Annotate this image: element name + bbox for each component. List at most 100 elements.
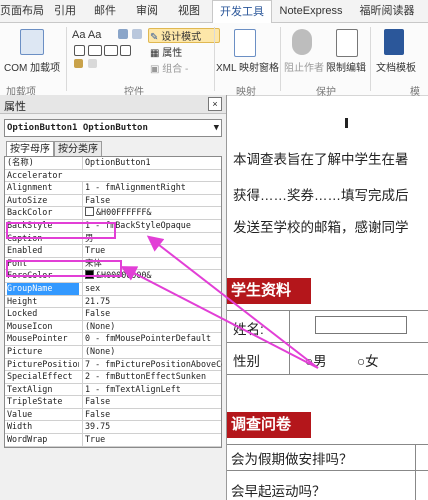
com-addins-button[interactable]: COM 加载项 <box>4 59 60 74</box>
design-mode-button[interactable]: ✎ 设计模式 <box>150 28 201 43</box>
xml-mapping-icon <box>234 29 256 57</box>
gender-label: 性别 <box>233 354 260 369</box>
block-authors-button[interactable]: 阻止作者 <box>284 59 324 74</box>
female-option-label: 女 <box>365 354 379 369</box>
property-row[interactable]: Accelerator <box>5 170 221 183</box>
female-option[interactable]: ○女 <box>357 350 379 370</box>
male-option[interactable]: ○男 <box>305 350 327 370</box>
table-border <box>227 310 428 311</box>
checkbox-control-icon[interactable] <box>74 45 85 56</box>
property-value[interactable]: &H00FFFFFF& <box>82 207 222 219</box>
property-value[interactable]: 1 - fmTextAlignLeft <box>82 383 222 396</box>
tab-review[interactable]: 审阅 <box>130 0 164 22</box>
ribbon-separator <box>370 27 371 91</box>
doc-template-button[interactable]: 文档模板 <box>376 59 416 74</box>
property-value[interactable]: 1 - fmAlignmentRight <box>82 182 222 194</box>
object-selector[interactable]: OptionButton1 OptionButton ▼ <box>4 119 222 137</box>
com-addins-icon <box>20 29 44 55</box>
close-icon[interactable]: × <box>208 97 222 111</box>
property-value[interactable]: 0 - fmMousePointerDefault <box>82 333 222 345</box>
property-name: Height <box>7 295 38 306</box>
ribbon-separator <box>66 27 67 91</box>
section-banner-questionnaire: 调查问卷 <box>227 412 311 438</box>
property-value[interactable]: 7 - fmPicturePositionAboveCe <box>82 358 222 371</box>
property-row[interactable]: Height 21.75 <box>5 295 222 309</box>
chevron-down-icon[interactable]: ▼ <box>214 120 219 136</box>
property-value[interactable]: True <box>82 434 222 446</box>
property-value[interactable]: (None) <box>82 320 222 333</box>
property-row[interactable]: GroupName sex <box>5 282 222 296</box>
property-row[interactable]: SpecialEffect 2 - fmButtonEffectSunken <box>5 371 221 384</box>
property-name: MousePointer <box>7 333 68 344</box>
caption-highlight-box <box>6 222 116 239</box>
property-row[interactable]: Width 39.75 <box>5 421 222 435</box>
ribbon: COM 加载项 加载项 Aa Aa ✎ 设计模式 ▦ 属性 ▣ 组合 - 控件 … <box>0 23 428 113</box>
properties-button[interactable]: ▦ 属性 <box>150 44 182 59</box>
intro-line-1: 本调查表旨在了解中学生在暑 <box>233 152 409 167</box>
property-row[interactable]: TripleState False <box>5 396 221 409</box>
legacy-tools-icon[interactable] <box>74 59 83 68</box>
group-button[interactable]: ▣ 组合 - <box>150 60 188 75</box>
property-name: Alignment <box>7 182 53 193</box>
property-name: Locked <box>7 308 38 319</box>
property-row[interactable]: (名称) OptionButton1 <box>5 157 221 170</box>
property-row[interactable]: WordWrap True <box>5 434 221 447</box>
xml-mapping-button[interactable]: XML 映射窗格 <box>216 59 279 74</box>
property-value[interactable]: 2 - fmButtonEffectSunken <box>82 371 222 383</box>
group-label: 组合 - <box>162 64 189 75</box>
property-value[interactable]: False <box>82 308 222 320</box>
property-value[interactable]: (None) <box>82 345 222 358</box>
property-name: MouseIcon <box>7 320 53 331</box>
property-value-text: &H00FFFFFF& <box>96 207 152 218</box>
property-value[interactable]: 21.75 <box>82 295 222 308</box>
properties-title-bar[interactable]: 属性 × <box>0 95 226 114</box>
property-row[interactable]: AutoSize False <box>5 194 222 208</box>
ribbon-tab-bar: 页面布局 引用 邮件 审阅 视图 开发工具 NoteExpress 福昕阅读器 <box>0 0 428 24</box>
date-control-icon[interactable] <box>120 45 131 56</box>
picture-control-icon[interactable] <box>118 29 128 39</box>
property-value[interactable]: OptionButton1 <box>82 157 222 169</box>
property-row[interactable]: MouseIcon (None) <box>5 320 222 334</box>
property-value[interactable]: True <box>82 245 222 257</box>
name-field[interactable] <box>315 316 407 334</box>
tab-mailings[interactable]: 邮件 <box>88 0 122 22</box>
property-row[interactable]: BackColor &H00FFFFFF& <box>5 207 221 220</box>
tab-noteexpress[interactable]: NoteExpress <box>276 0 346 22</box>
restrict-editing-button[interactable]: 限制编辑 <box>326 59 366 74</box>
property-row[interactable]: Value False <box>5 408 222 422</box>
repeating-section-icon[interactable] <box>88 59 97 68</box>
property-row[interactable]: Locked False <box>5 308 221 321</box>
property-value[interactable]: 39.75 <box>82 421 222 434</box>
tab-view[interactable]: 视图 <box>172 0 206 22</box>
property-name: Enabled <box>7 245 43 256</box>
building-block-icon[interactable] <box>132 29 142 39</box>
text-control-icon[interactable]: Aa Aa <box>72 29 101 41</box>
property-value[interactable]: False <box>82 396 222 408</box>
property-row[interactable]: MousePointer 0 - fmMousePointerDefault <box>5 333 221 346</box>
property-name: PicturePosition <box>7 358 79 369</box>
tab-developer[interactable]: 开发工具 <box>212 0 272 24</box>
document-area: 本调查表旨在了解中学生在暑 获得……奖券……填写完成后 发送至学校的邮箱，感谢同… <box>227 96 428 500</box>
property-value[interactable]: False <box>82 194 222 207</box>
property-row[interactable]: TextAlign 1 - fmTextAlignLeft <box>5 383 222 397</box>
property-name: AutoSize <box>7 194 48 205</box>
block-authors-icon <box>292 29 312 55</box>
dropdown-control-icon[interactable] <box>104 45 118 56</box>
tab-foxit[interactable]: 福昕阅读器 <box>352 0 422 22</box>
property-name: WordWrap <box>7 434 48 445</box>
property-row[interactable]: Alignment 1 - fmAlignmentRight <box>5 182 221 195</box>
property-name: (名称) <box>7 157 34 167</box>
property-value[interactable]: sex <box>82 282 222 295</box>
combobox-control-icon[interactable] <box>88 45 102 56</box>
property-row[interactable]: PicturePosition 7 - fmPicturePositionAbov… <box>5 358 222 372</box>
tab-references[interactable]: 引用 <box>48 0 82 22</box>
property-name: TripleState <box>7 396 63 407</box>
table-border <box>415 444 416 500</box>
tab-page-layout[interactable]: 页面布局 <box>0 0 44 22</box>
property-row[interactable]: Enabled True <box>5 245 221 258</box>
table-border <box>227 470 428 471</box>
property-value[interactable]: False <box>82 408 222 421</box>
table-border <box>289 310 290 374</box>
section-title-student-info: 学生资料 <box>231 282 292 299</box>
property-row[interactable]: Picture (None) <box>5 345 222 359</box>
